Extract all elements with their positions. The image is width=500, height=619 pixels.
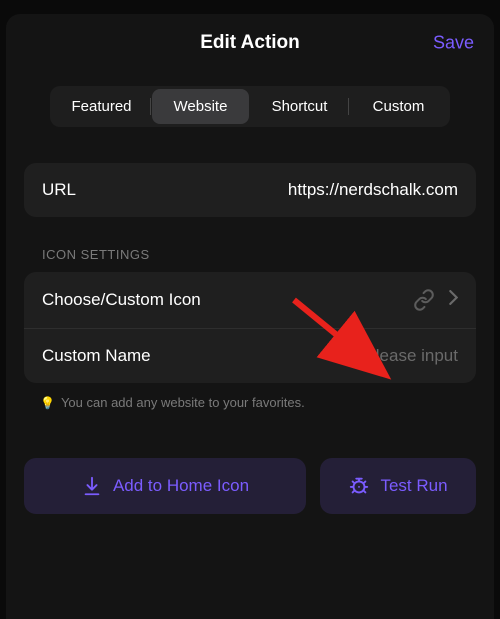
lightbulb-icon: 💡 <box>40 396 55 410</box>
url-row[interactable]: URL https://nerdschalk.com <box>24 163 476 217</box>
tab-website[interactable]: Website <box>152 89 249 124</box>
url-label: URL <box>42 180 76 200</box>
action-buttons: Add to Home Icon Test Run <box>24 458 476 514</box>
choose-icon-label: Choose/Custom Icon <box>42 290 201 310</box>
tab-custom[interactable]: Custom <box>350 89 447 124</box>
download-icon <box>81 475 103 497</box>
tab-shortcut[interactable]: Shortcut <box>251 89 348 124</box>
test-run-label: Test Run <box>380 476 447 496</box>
tab-label: Website <box>174 98 228 115</box>
test-run-button[interactable]: Test Run <box>320 458 476 514</box>
add-to-home-label: Add to Home Icon <box>113 476 249 496</box>
icon-settings-header: ICON SETTINGS <box>42 247 494 262</box>
add-to-home-button[interactable]: Add to Home Icon <box>24 458 306 514</box>
url-value: https://nerdschalk.com <box>288 180 458 200</box>
tab-label: Shortcut <box>272 98 328 115</box>
custom-name-label: Custom Name <box>42 346 151 366</box>
tab-label: Featured <box>71 98 131 115</box>
header: Edit Action Save <box>6 14 494 72</box>
url-group: URL https://nerdschalk.com <box>24 163 476 217</box>
hint-message: You can add any website to your favorite… <box>61 395 305 410</box>
icon-settings-group: Choose/Custom Icon Custom Name Please in… <box>24 272 476 383</box>
chevron-right-icon <box>449 290 458 310</box>
custom-name-row[interactable]: Custom Name Please input <box>24 328 476 383</box>
custom-name-placeholder: Please input <box>364 346 458 366</box>
choose-icon-right <box>413 289 458 311</box>
choose-icon-row[interactable]: Choose/Custom Icon <box>24 272 476 328</box>
tab-featured[interactable]: Featured <box>53 89 150 124</box>
save-button[interactable]: Save <box>433 33 474 54</box>
link-icon <box>413 289 435 311</box>
bug-icon <box>348 475 370 497</box>
edit-action-sheet: Edit Action Save Featured Website Shortc… <box>6 14 494 619</box>
tab-label: Custom <box>373 98 425 115</box>
hint-text: 💡 You can add any website to your favori… <box>40 395 494 410</box>
page-title: Edit Action <box>200 32 300 54</box>
tab-bar: Featured Website Shortcut Custom <box>50 86 450 127</box>
